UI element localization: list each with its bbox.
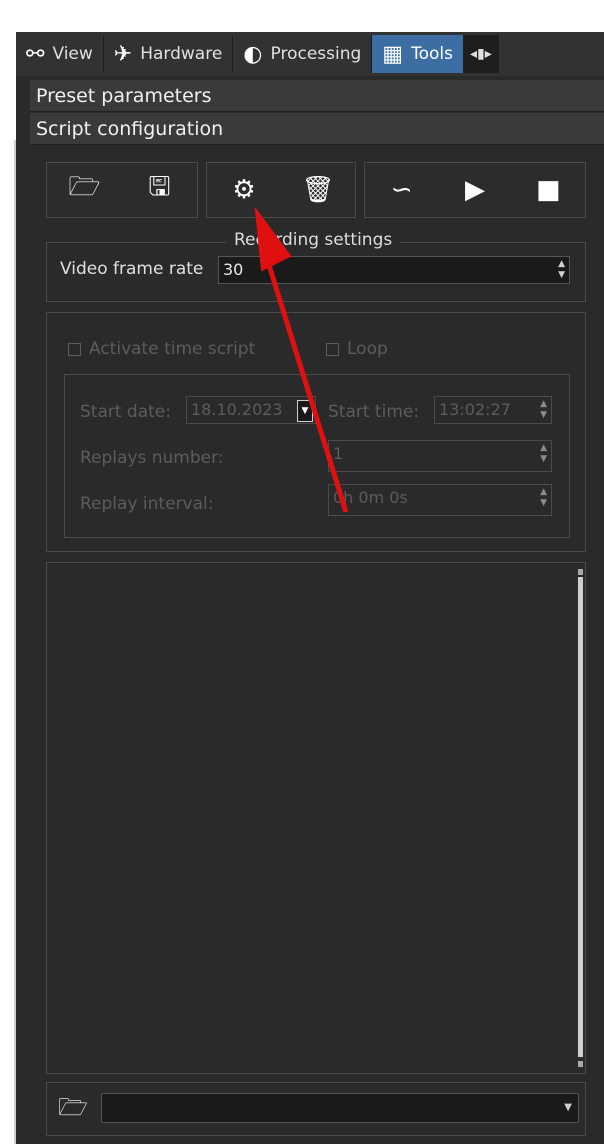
annotation-arrow-shaft (265, 261, 349, 513)
annotation-arrow-head (254, 206, 292, 272)
annotation-arrow (254, 206, 349, 513)
